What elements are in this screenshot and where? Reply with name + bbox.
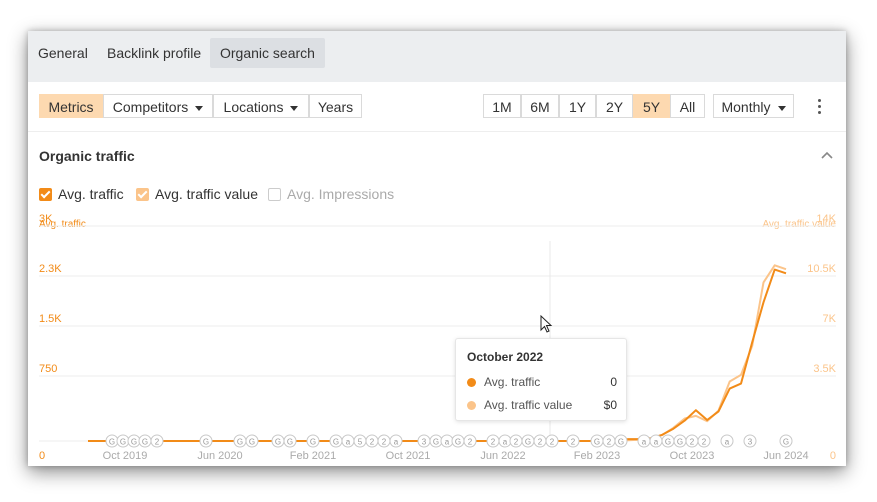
x-tick-label: Jun 2022 [480,450,526,462]
y2-tick-label: 0 [829,450,836,462]
y-tick-label: 1.5K [39,313,62,325]
annotation-label: G [120,438,126,447]
annotation-label: 2 [571,438,576,447]
organic-search-panel: General Backlink profile Organic search … [28,31,846,466]
y2-tick-label: 3.5K [813,363,836,375]
annotation-label: G [237,438,243,447]
x-tick-label: Feb 2023 [573,450,621,462]
annotation-label: 2 [550,438,555,447]
annotation-label: G [275,438,281,447]
annotation-label: 2 [491,438,496,447]
tooltip-row-traffic: Avg. traffic 0 [467,374,617,390]
tooltip-label: Avg. traffic [484,375,541,389]
series-line-traffic [88,268,787,442]
annotation-label: 3 [422,438,427,447]
y-tick-label: 3K [39,213,53,225]
y-tick-label: 0 [39,450,46,462]
annotation-label: G [433,438,439,447]
annotation-label: G [142,438,148,447]
annotation-label: a [445,438,450,447]
series-line-traffic-value [88,264,787,442]
y2-tick-label: 7K [822,313,836,325]
annotation-label: G [677,438,683,447]
annotation-label: G [131,438,137,447]
annotation-label: G [109,438,115,447]
tooltip-value: 0 [610,375,617,389]
annotation-label: 2 [382,438,387,447]
y-tick-label: 2.3K [39,263,62,275]
dot-icon [467,378,476,387]
annotation-label: G [333,438,339,447]
annotation-label: G [287,438,293,447]
y2-tick-label: 10.5K [807,263,836,275]
annotation-label: a [654,438,659,447]
tooltip-value: $0 [603,398,617,412]
x-tick-label: Jun 2020 [197,450,243,462]
annotation-label: 2 [514,438,519,447]
y2-tick-label: 14K [816,213,836,225]
annotation-label: 2 [370,438,375,447]
dot-icon [467,401,476,410]
x-tick-label: Oct 2023 [669,450,715,462]
annotation-label: 2 [607,438,612,447]
annotation-label: a [642,438,647,447]
annotation-label: G [783,438,789,447]
annotation-label: G [455,438,461,447]
annotation-label: 2 [538,438,543,447]
y-tick-label: 750 [39,363,58,375]
x-tick-label: Jun 2024 [763,450,809,462]
annotation-label: 2 [702,438,707,447]
annotation-label: G [594,438,600,447]
annotation-label: G [618,438,624,447]
chart-tooltip: October 2022 Avg. traffic 0 Avg. traffic … [455,338,627,421]
annotation-label: G [665,438,671,447]
mouse-cursor-icon [540,315,553,333]
tooltip-title: October 2022 [467,350,544,364]
traffic-chart: GGGG2GGGGGGGa522a3GaG22a2G222G2GaaGG22a3… [39,225,836,448]
annotation-label: a [394,438,399,447]
annotation-label: a [346,438,351,447]
annotation-label: G [310,438,316,447]
annotation-label: G [249,438,255,447]
annotation-label: a [725,438,730,447]
annotation-label: 2 [155,438,160,447]
annotation-label: G [525,438,531,447]
annotation-label: G [203,438,209,447]
annotation-label: 2 [468,438,473,447]
annotation-label: 5 [358,438,363,447]
x-tick-label: Feb 2021 [289,450,337,462]
x-tick-label: Oct 2019 [102,450,148,462]
annotation-label: 2 [690,438,695,447]
x-tick-label: Oct 2021 [385,450,431,462]
annotation-label: a [503,438,508,447]
annotation-label: 3 [748,438,753,447]
tooltip-label: Avg. traffic value [484,398,573,412]
tooltip-row-value: Avg. traffic value $0 [467,397,617,413]
